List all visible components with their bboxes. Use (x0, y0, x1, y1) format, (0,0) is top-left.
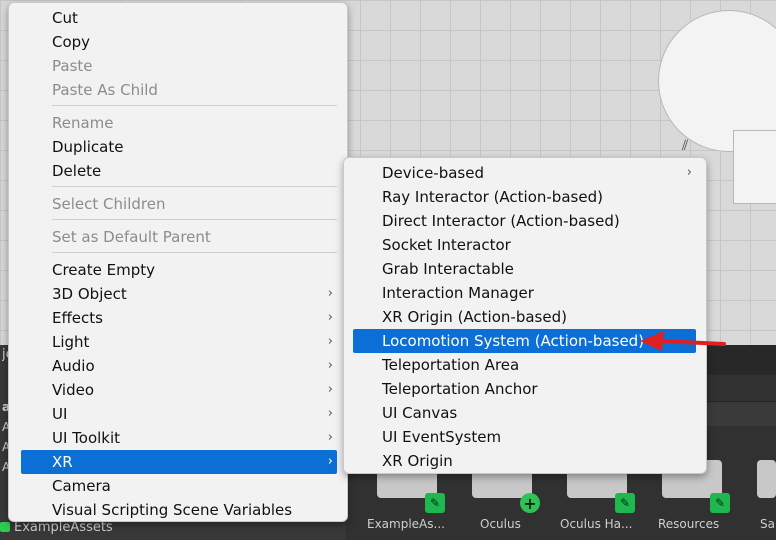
menu-item-audio[interactable]: Audio › (21, 354, 337, 378)
menu-item-label: Teleportation Anchor (382, 380, 538, 398)
menu-item-label: XR Origin (382, 452, 453, 470)
menu-item-delete[interactable]: Delete (21, 159, 337, 183)
chevron-right-icon: › (327, 334, 333, 349)
menu-item-label: UI (52, 405, 68, 423)
menu-item-label: 3D Object (52, 285, 127, 303)
menu-item-label: XR Origin (Action-based) (382, 308, 567, 326)
folder-label[interactable]: Oculus Ha... (560, 517, 632, 531)
submenu-item-ui-eventsystem[interactable]: UI EventSystem (353, 425, 696, 449)
menu-item-video[interactable]: Video › (21, 378, 337, 402)
menu-item-label: Duplicate (52, 138, 124, 156)
context-menu: Cut Copy Paste Paste As Child Rename Dup… (8, 2, 348, 522)
folder-badge-icon (0, 522, 10, 532)
menu-item-label: Rename (52, 114, 114, 132)
menu-item-label: Audio (52, 357, 95, 375)
chevron-right-icon: › (327, 382, 333, 397)
folder-label[interactable]: Sa (760, 517, 776, 531)
menu-item-select-children: Select Children (21, 192, 337, 216)
chevron-right-icon: › (327, 454, 333, 469)
chevron-right-icon: › (327, 310, 333, 325)
menu-item-label: Ray Interactor (Action-based) (382, 188, 603, 206)
menu-item-label: Socket Interactor (382, 236, 511, 254)
menu-item-visual-scripting-scene-variables[interactable]: Visual Scripting Scene Variables (21, 498, 337, 521)
menu-item-label: UI EventSystem (382, 428, 502, 446)
submenu-item-socket-interactor[interactable]: Socket Interactor (353, 233, 696, 257)
menu-item-3d-object[interactable]: 3D Object › (21, 282, 337, 306)
menu-item-label: Teleportation Area (382, 356, 520, 374)
menu-item-label: Video (52, 381, 95, 399)
menu-item-label: XR (52, 453, 73, 471)
menu-item-ui-toolkit[interactable]: UI Toolkit › (21, 426, 337, 450)
menu-item-label: Select Children (52, 195, 166, 213)
edit-icon: ✎ (710, 493, 730, 513)
menu-item-light[interactable]: Light › (21, 330, 337, 354)
plus-icon: + (520, 493, 540, 513)
submenu-item-teleportation-area[interactable]: Teleportation Area (353, 353, 696, 377)
folder-label[interactable]: Resources (658, 517, 719, 531)
submenu-item-teleportation-anchor[interactable]: Teleportation Anchor (353, 377, 696, 401)
submenu-item-ui-canvas[interactable]: UI Canvas (353, 401, 696, 425)
menu-item-ui[interactable]: UI › (21, 402, 337, 426)
scene-box-object[interactable] (733, 130, 776, 204)
menu-item-label: Camera (52, 477, 111, 495)
menu-item-duplicate[interactable]: Duplicate (21, 135, 337, 159)
chevron-right-icon: › (327, 286, 333, 301)
menu-separator (52, 105, 337, 106)
chevron-right-icon: › (327, 430, 333, 445)
menu-item-label: Locomotion System (Action-based) (382, 332, 645, 350)
submenu-item-locomotion-system[interactable]: Locomotion System (Action-based) (353, 329, 696, 353)
menu-item-rename: Rename (21, 111, 337, 135)
menu-item-label: Visual Scripting Scene Variables (52, 501, 293, 519)
menu-item-copy[interactable]: Copy (21, 30, 337, 54)
menu-item-label: Set as Default Parent (52, 228, 211, 246)
menu-item-label: Effects (52, 309, 103, 327)
menu-item-label: Delete (52, 162, 102, 180)
menu-item-xr[interactable]: XR › (21, 450, 337, 474)
menu-item-label: Grab Interactable (382, 260, 514, 278)
xr-submenu: Device-based › Ray Interactor (Action-bas… (343, 157, 707, 474)
menu-item-cut[interactable]: Cut (21, 6, 337, 30)
menu-item-effects[interactable]: Effects › (21, 306, 337, 330)
menu-item-label: Light (52, 333, 90, 351)
menu-item-label: Copy (52, 33, 91, 51)
edit-icon: ✎ (425, 493, 445, 513)
submenu-item-device-based[interactable]: Device-based › (353, 161, 696, 185)
folder-label[interactable]: Oculus (480, 517, 521, 531)
submenu-item-grab-interactable[interactable]: Grab Interactable (353, 257, 696, 281)
menu-separator (52, 219, 337, 220)
menu-item-set-default-parent: Set as Default Parent (21, 225, 337, 249)
scene-gizmo-icon: ⫽ (682, 138, 689, 154)
submenu-item-ray-interactor[interactable]: Ray Interactor (Action-based) (353, 185, 696, 209)
submenu-item-direct-interactor[interactable]: Direct Interactor (Action-based) (353, 209, 696, 233)
edit-icon: ✎ (615, 493, 635, 513)
folder-label[interactable]: ExampleAs... (367, 517, 445, 531)
menu-item-label: Create Empty (52, 261, 155, 279)
menu-item-paste-as-child: Paste As Child (21, 78, 337, 102)
chevron-right-icon: › (327, 358, 333, 373)
menu-separator (52, 186, 337, 187)
submenu-item-xr-origin-action-based[interactable]: XR Origin (Action-based) (353, 305, 696, 329)
menu-separator (52, 252, 337, 253)
menu-item-label: Cut (52, 9, 78, 27)
menu-item-label: UI Toolkit (52, 429, 121, 447)
menu-item-label: UI Canvas (382, 404, 458, 422)
submenu-item-interaction-manager[interactable]: Interaction Manager (353, 281, 696, 305)
chevron-right-icon: › (686, 165, 692, 180)
menu-item-label: Paste As Child (52, 81, 158, 99)
menu-item-label: Device-based (382, 164, 484, 182)
menu-item-paste: Paste (21, 54, 337, 78)
menu-item-label: Direct Interactor (Action-based) (382, 212, 620, 230)
chevron-right-icon: › (327, 406, 333, 421)
menu-item-label: Interaction Manager (382, 284, 534, 302)
folder-icon[interactable] (757, 460, 776, 498)
submenu-item-xr-origin[interactable]: XR Origin (353, 449, 696, 473)
menu-item-create-empty[interactable]: Create Empty (21, 258, 337, 282)
menu-item-label: Paste (52, 57, 93, 75)
menu-item-camera[interactable]: Camera (21, 474, 337, 498)
